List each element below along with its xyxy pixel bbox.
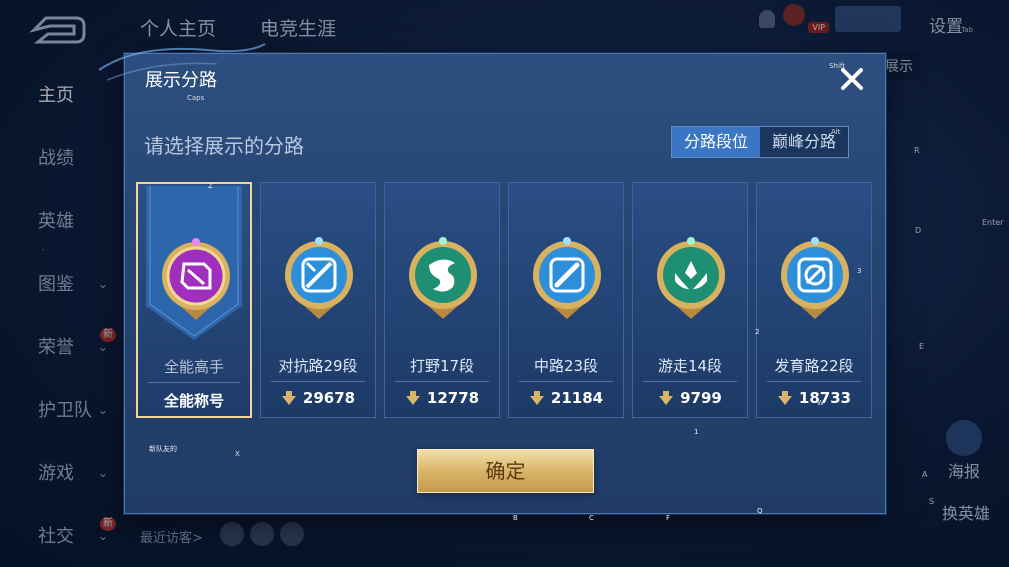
rank-points-icon — [529, 391, 544, 405]
lane-card-list: 全能高手 全能称号 Z 对抗路29段 29678 打野17段 12778 中路2… — [136, 182, 872, 418]
key-hint: 1 — [694, 428, 699, 436]
rank-points-icon — [281, 391, 296, 405]
lane-score: 12778 — [385, 389, 499, 407]
lane-score: 29678 — [261, 389, 375, 407]
rank-points-icon — [777, 391, 792, 405]
lane-score: 18733 — [757, 389, 871, 407]
key-hint: F — [666, 514, 671, 522]
dialog-title: 展示分路 — [145, 70, 217, 91]
divider — [271, 381, 365, 382]
key-hint: C — [589, 514, 594, 522]
divider — [519, 381, 613, 382]
lane-name: 发育路22段 — [774, 357, 854, 375]
score-value: 18733 — [798, 389, 852, 407]
key-hint: Z — [208, 182, 213, 190]
key-hint: W — [817, 399, 824, 407]
key-hint: Alt — [831, 128, 841, 136]
key-hint: 3 — [857, 267, 862, 275]
key-hint: 2 — [755, 328, 760, 336]
staff-medal-icon — [533, 237, 601, 319]
lane-name: 打野17段 — [409, 357, 475, 375]
lane-card-roam[interactable]: 游走14段 9799 — [632, 182, 748, 418]
lane-score: 9799 — [633, 389, 747, 407]
score-value: 29678 — [302, 389, 356, 407]
footer-label: 全能称号 — [163, 392, 224, 410]
wings-medal-icon — [657, 237, 725, 319]
rank-points-icon — [659, 391, 674, 405]
score-value: 9799 — [680, 389, 722, 407]
lane-card-jungle[interactable]: 打野17段 12778 — [384, 182, 500, 418]
divider — [395, 381, 489, 382]
lane-name: 全能高手 — [163, 358, 224, 376]
confirm-button[interactable]: 确定 — [417, 449, 594, 493]
dragon-medal-icon — [409, 237, 477, 319]
all-round-medal-icon — [162, 238, 230, 320]
lane-card-farm-lane[interactable]: 发育路22段 18733 3 — [756, 182, 872, 418]
key-hint: B — [513, 514, 518, 522]
divider — [643, 381, 737, 382]
lane-name: 中路23段 — [533, 357, 599, 375]
lane-type-toggle: 分路段位 巅峰分路 — [671, 126, 850, 158]
sword-medal-icon — [285, 237, 353, 319]
lane-score: 21184 — [509, 389, 623, 407]
lane-name: 游走14段 — [657, 357, 723, 375]
divider — [767, 381, 861, 382]
lane-name: 对抗路29段 — [278, 357, 358, 375]
key-hint: Q — [757, 507, 763, 515]
key-hint: X — [235, 450, 240, 458]
all-round-title: 全能称号 — [138, 390, 250, 411]
close-icon[interactable] — [835, 62, 869, 96]
lane-card-mid[interactable]: 中路23段 21184 — [508, 182, 624, 418]
rank-points-icon — [405, 391, 420, 405]
score-value: 12778 — [426, 389, 480, 407]
dialog-subtitle: 请选择展示的分路 — [144, 134, 304, 158]
divider — [148, 382, 240, 383]
display-lane-dialog: 展示分路 Caps Shift 请选择展示的分路 分路段位 巅峰分路 Alt 全… — [98, 43, 886, 522]
target-medal-icon — [781, 237, 849, 319]
key-hint: 新队友的 — [149, 445, 177, 453]
score-value: 21184 — [550, 389, 604, 407]
lane-card-clash-lane[interactable]: 对抗路29段 29678 — [260, 182, 376, 418]
key-hint: Caps — [187, 94, 205, 102]
lane-card-all-round[interactable]: 全能高手 全能称号 Z — [136, 182, 252, 418]
tab-lane-rank[interactable]: 分路段位 — [672, 127, 761, 157]
